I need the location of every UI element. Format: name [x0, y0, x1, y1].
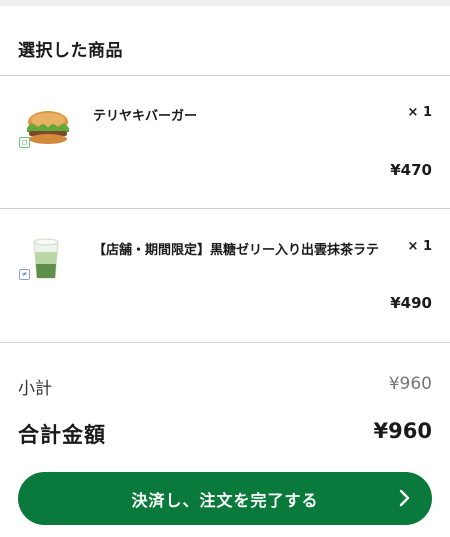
subtotal-label: 小計: [18, 379, 52, 399]
item-name: 【店舗・期間限定】黒糖ゼリー入り出雲抹茶ラテ: [93, 243, 380, 258]
item-quantity: × 1: [407, 105, 432, 120]
section-title: 選択した商品: [18, 41, 123, 61]
chevron-right-icon: [399, 489, 410, 507]
item-quantity: × 1: [407, 239, 432, 254]
checkout-button-label: 決済し、注文を完了する: [131, 490, 319, 510]
subtotal-value: ¥960: [388, 374, 432, 394]
item-price: ¥490: [390, 294, 432, 312]
top-bar: [0, 0, 450, 6]
checkout-button[interactable]: 決済し、注文を完了する: [18, 472, 432, 525]
divider: [0, 342, 450, 343]
total-label: 合計金額: [18, 423, 106, 447]
total-value: ¥960: [373, 419, 432, 443]
item-name: テリヤキバーガー: [93, 109, 198, 124]
mos-badge-icon: ◻: [19, 137, 30, 148]
divider: [0, 208, 450, 209]
item-price: ¥470: [390, 161, 432, 179]
divider: [0, 75, 450, 76]
cold-badge-icon: ≠: [19, 269, 30, 280]
